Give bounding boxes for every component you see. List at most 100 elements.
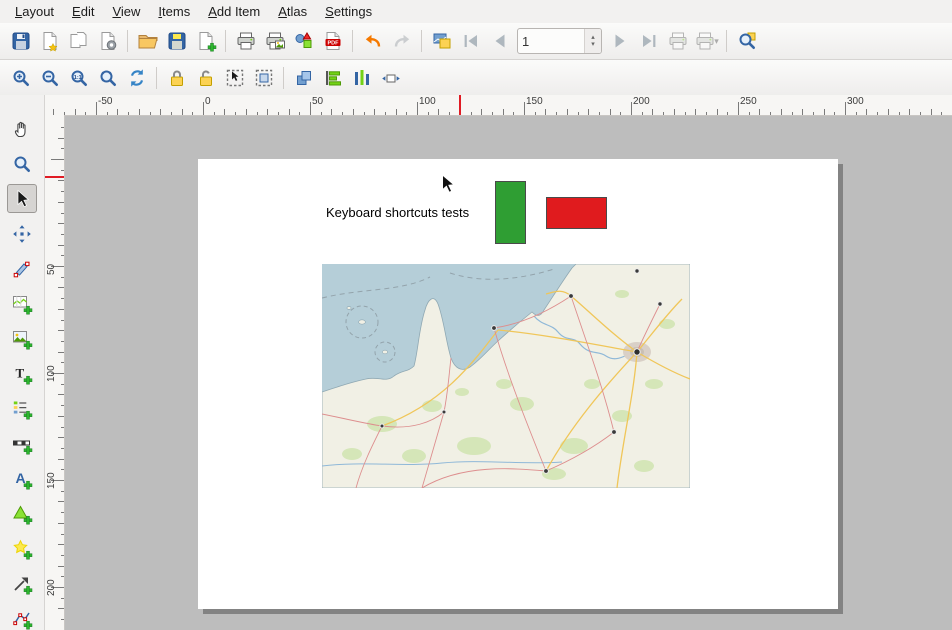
preview-atlas-button[interactable] bbox=[427, 27, 456, 55]
atlas-feature-input[interactable] bbox=[518, 31, 584, 51]
left-ruler[interactable]: 50100150200 bbox=[44, 115, 65, 630]
menu-settings[interactable]: Settings bbox=[316, 1, 381, 22]
align-icon bbox=[322, 67, 344, 89]
ruler-tick bbox=[107, 112, 108, 115]
new-layout-button[interactable] bbox=[35, 27, 64, 55]
menu-add-item[interactable]: Add Item bbox=[199, 1, 269, 22]
pan-tool[interactable] bbox=[7, 114, 37, 143]
edit-nodes-tool[interactable] bbox=[7, 254, 37, 283]
resize-items-button[interactable] bbox=[376, 64, 405, 92]
menu-view[interactable]: View bbox=[103, 1, 149, 22]
ruler-tick bbox=[58, 223, 64, 224]
toolbar-separator bbox=[352, 30, 353, 52]
undo-button[interactable] bbox=[358, 27, 387, 55]
export-svg-button[interactable] bbox=[289, 27, 318, 55]
ruler-tick bbox=[428, 112, 429, 115]
add-legend-button[interactable] bbox=[7, 394, 37, 423]
item-toolbox: TA</> bbox=[0, 95, 45, 630]
ruler-tick bbox=[58, 523, 64, 524]
ruler-tick bbox=[58, 330, 64, 331]
redo-button[interactable] bbox=[387, 27, 416, 55]
top-ruler[interactable]: -50050100150200250300 bbox=[44, 95, 952, 116]
zoom-in-button[interactable] bbox=[6, 64, 35, 92]
unlock-items-button[interactable] bbox=[191, 64, 220, 92]
select-move-item-tool[interactable] bbox=[7, 184, 37, 213]
red-rectangle-item[interactable] bbox=[546, 197, 607, 229]
svg-text:T: T bbox=[16, 365, 25, 380]
ruler-tick bbox=[171, 112, 172, 115]
export-image-button[interactable] bbox=[260, 27, 289, 55]
ruler-tick bbox=[61, 405, 64, 406]
open-template-button[interactable] bbox=[133, 27, 162, 55]
ruler-tick bbox=[61, 555, 64, 556]
atlas-feature-spinbox[interactable]: ▴▾ bbox=[517, 28, 602, 54]
ruler-tick bbox=[877, 112, 878, 115]
next-feature-button[interactable] bbox=[605, 27, 634, 55]
previous-feature-button[interactable] bbox=[485, 27, 514, 55]
add-north-arrow-button[interactable]: A bbox=[7, 464, 37, 493]
export-pdf-button[interactable]: PDF bbox=[318, 27, 347, 55]
map-item[interactable] bbox=[322, 264, 690, 488]
add-node-item-button[interactable] bbox=[7, 604, 37, 630]
nav-first-icon bbox=[460, 30, 482, 52]
menu-atlas[interactable]: Atlas bbox=[269, 1, 316, 22]
ruler-tick bbox=[824, 109, 825, 115]
ruler-tick bbox=[235, 112, 236, 115]
zoom-out-button[interactable] bbox=[35, 64, 64, 92]
add-arrow-button[interactable] bbox=[7, 569, 37, 598]
green-rectangle-item[interactable] bbox=[495, 181, 526, 244]
distribute-items-button[interactable] bbox=[347, 64, 376, 92]
layout-page[interactable]: Keyboard shortcuts tests bbox=[198, 159, 838, 609]
select-all-button[interactable] bbox=[220, 64, 249, 92]
add-label-button[interactable]: T bbox=[7, 359, 37, 388]
align-items-button[interactable] bbox=[318, 64, 347, 92]
move-item-content-tool[interactable] bbox=[7, 219, 37, 248]
add-shape-button[interactable] bbox=[7, 499, 37, 528]
export-atlas-button[interactable]: ▾ bbox=[692, 27, 721, 55]
ruler-tick bbox=[802, 109, 803, 115]
ruler-tick bbox=[203, 102, 204, 115]
lock-items-button[interactable] bbox=[162, 64, 191, 92]
layout-manager-button[interactable] bbox=[93, 27, 122, 55]
menu-layout[interactable]: Layout bbox=[6, 1, 63, 22]
dropdown-arrow-icon[interactable]: ▾ bbox=[714, 36, 719, 47]
raise-items-button[interactable] bbox=[289, 64, 318, 92]
print-button[interactable] bbox=[231, 27, 260, 55]
save-as-template-button[interactable] bbox=[162, 27, 191, 55]
add-picture-button[interactable] bbox=[7, 324, 37, 353]
spinner-arrows-icon[interactable]: ▴▾ bbox=[584, 29, 601, 53]
layout-canvas[interactable]: Keyboard shortcuts tests bbox=[64, 115, 952, 630]
add-items-from-template-button[interactable] bbox=[191, 27, 220, 55]
zoom-actual-button[interactable]: 1:1 bbox=[64, 64, 93, 92]
toolbar-navigation: 1:1 bbox=[0, 60, 952, 97]
ruler-tick bbox=[139, 109, 140, 115]
add-map-button[interactable] bbox=[7, 289, 37, 318]
add-scalebar-button[interactable] bbox=[7, 429, 37, 458]
print-atlas-button[interactable] bbox=[663, 27, 692, 55]
deselect-all-button[interactable] bbox=[249, 64, 278, 92]
menu-items[interactable]: Items bbox=[149, 1, 199, 22]
first-feature-button[interactable] bbox=[456, 27, 485, 55]
atlas-settings-button[interactable] bbox=[732, 27, 761, 55]
ruler-tick bbox=[61, 534, 64, 535]
ruler-tick bbox=[61, 170, 64, 171]
add-marker-button[interactable] bbox=[7, 534, 37, 563]
save-project-button[interactable] bbox=[6, 27, 35, 55]
label-item[interactable]: Keyboard shortcuts tests bbox=[326, 205, 469, 220]
add-label-icon: T bbox=[11, 363, 33, 385]
ruler-tick bbox=[85, 112, 86, 115]
ruler-tick bbox=[224, 109, 225, 115]
refresh-view-button[interactable] bbox=[122, 64, 151, 92]
ruler-tick bbox=[58, 544, 64, 545]
duplicate-layout-button[interactable] bbox=[64, 27, 93, 55]
ruler-tick bbox=[631, 102, 632, 115]
ruler-tick bbox=[58, 138, 64, 139]
workspace: TA</> -50050100150200250300 50100150200 … bbox=[0, 95, 952, 630]
zoom-tool[interactable] bbox=[7, 149, 37, 178]
zoom-full-button[interactable] bbox=[93, 64, 122, 92]
ruler-tick bbox=[61, 127, 64, 128]
ruler-tick bbox=[289, 109, 290, 115]
menu-edit[interactable]: Edit bbox=[63, 1, 103, 22]
map-image bbox=[322, 264, 690, 488]
last-feature-button[interactable] bbox=[634, 27, 663, 55]
